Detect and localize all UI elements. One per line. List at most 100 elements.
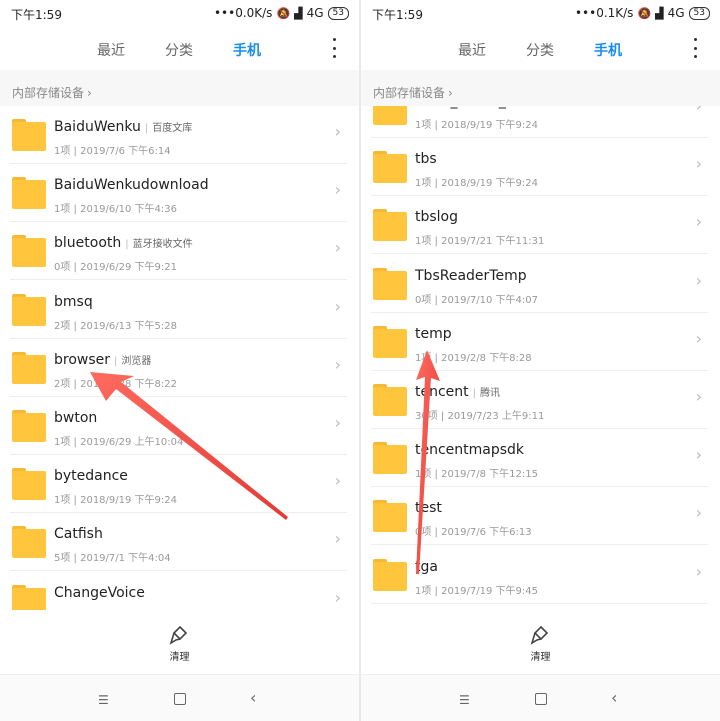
folder-icon [12,584,46,610]
folder-meta: 1项 | 2019/2/8 下午8:28 [415,352,532,364]
chevron-right-icon: › [695,561,702,581]
left-phone-screen: 下午1:59 •••0.0K/s 🔕 ▟ 4G 53 最近 分类 手机 内部存储… [0,0,359,721]
tab-recent[interactable]: 最近 [458,40,486,60]
folder-name-text: tencent [415,384,469,400]
folder-meta: 1项 | 2019/6/10 下午4:36 [54,204,177,216]
list-item[interactable]: taihe_music_sdk 1项 | 2018/9/19 下午9:24 › [361,106,720,138]
list-item[interactable]: bwton 1项 | 2019/6/29 上午10:04 › [0,397,359,455]
chevron-right-icon: › [695,270,702,290]
right-phone-screen: 下午1:59 •••0.1K/s 🔕 ▟ 4G 53 最近 分类 手机 内部存储… [361,0,720,721]
folder-name: ChangeVoice [54,585,145,601]
breadcrumb-internal-storage[interactable]: 内部存储设备 › [12,84,92,101]
status-time: 下午1:59 [11,8,62,22]
list-item[interactable]: browser浏览器 2项 | 2019/7/28 下午8:22 › [0,339,359,397]
more-options-icon[interactable] [692,38,698,58]
tab-category[interactable]: 分类 [526,40,554,60]
list-item[interactable]: bluetooth蓝牙接收文件 0项 | 2019/6/29 下午9:21 › [0,222,359,281]
list-item[interactable]: ChangeVoice › [0,572,359,610]
folder-name-text: bwton [54,410,98,426]
folder-name: tga [415,559,438,575]
clean-button[interactable]: 清理 [0,612,359,672]
folder-icon [373,209,407,242]
battery-icon: 53 [327,6,349,20]
folder-name: temp [415,326,452,342]
list-item[interactable]: Catfish 5项 | 2019/7/1 下午4:04 › [0,513,359,572]
list-item[interactable]: TbsReaderTemp 0项 | 2019/7/10 下午4:07 › [361,255,720,313]
menu-icon[interactable]: ☰ [98,693,109,707]
back-icon[interactable]: ‹ [611,688,617,707]
chevron-right-icon: › [334,471,341,491]
folder-name: BaiduWenkudownload [54,177,209,193]
list-item[interactable]: BaiduWenkudownload 1项 | 2019/6/10 下午4:36 › [0,164,359,223]
folder-icon [12,468,46,501]
folder-name: browser浏览器 [54,352,151,368]
folder-meta: 5项 | 2019/7/1 下午4:04 [54,553,171,565]
folder-meta: 1项 | 2019/7/6 下午6:14 [54,146,171,157]
folder-meta: 30项 | 2019/7/23 上午9:11 [415,411,545,422]
folder-icon [373,442,407,475]
battery-icon: 53 [688,6,710,20]
tab-category[interactable]: 分类 [165,40,193,60]
chevron-right-icon: › [334,296,341,316]
home-icon[interactable] [535,693,547,705]
chevron-right-icon: › [334,587,341,607]
folder-name: test [415,500,442,516]
file-list: taihe_music_sdk1项 | 2018/9/19 下午9:24›tbs… [361,106,720,610]
folder-name-text: bluetooth [54,235,122,252]
network-speed: •••0.0K/s [213,6,273,20]
folder-icon [12,293,46,326]
status-right: •••0.1K/s 🔕 ▟ 4G 53 [575,6,710,20]
list-item[interactable]: bytedance 1项 | 2018/9/19 下午9:24 › [0,455,359,514]
tab-recent[interactable]: 最近 [97,40,125,60]
menu-icon[interactable]: ☰ [459,693,470,707]
folder-meta: 1项 | 2019/7/21 下午11:31 [415,236,545,248]
folder-alias: 蓝牙接收文件 [125,239,192,250]
clean-label: 清理 [169,652,190,663]
chevron-right-icon: › [695,212,702,232]
tab-bar: 最近 分类 手机 [361,28,720,70]
back-icon[interactable]: ‹ [250,688,256,707]
folder-alias: 浏览器 [114,356,151,367]
home-icon[interactable] [174,693,186,705]
folder-name-text: BaiduWenkudownload [54,177,209,194]
list-item[interactable]: tga 1项 | 2019/7/19 下午9:45 › [361,546,720,604]
folder-name-text: Catfish [54,526,103,543]
folder-alias: 腾讯 [473,388,500,399]
network-type: 4G [306,6,324,20]
folder-meta: 1项 | 2019/7/19 下午9:45 [415,585,538,597]
breadcrumb-internal-storage[interactable]: 内部存储设备 › [373,84,453,101]
chevron-right-icon: › [334,122,341,141]
system-nav-bar: ☰ ‹ [361,674,720,721]
list-item[interactable]: tencentmapsdk 1项 | 2019/7/8 下午12:15 › [361,429,720,488]
list-item[interactable]: temp 1项 | 2019/2/8 下午8:28 › [361,313,720,371]
more-options-icon[interactable] [331,38,337,58]
list-item[interactable]: tbslog 1项 | 2019/7/21 下午11:31 › [361,196,720,255]
breadcrumb: 内部存储设备 › [0,70,359,106]
tab-phone[interactable]: 手机 [594,40,622,60]
network-speed: •••0.1K/s [574,6,634,20]
folder-name-text: ChangeVoice [54,584,145,601]
folder-icon [373,106,407,125]
folder-icon [373,500,407,533]
list-item[interactable]: tbs 1项 | 2018/9/19 下午9:24 › [361,138,720,197]
broom-icon [169,625,188,645]
breadcrumb-label: 内部存储设备 [373,86,446,100]
folder-name: bluetooth蓝牙接收文件 [54,235,193,251]
status-right: •••0.0K/s 🔕 ▟ 4G 53 [214,6,349,20]
folder-name-text: tbslog [415,209,459,226]
tab-phone[interactable]: 手机 [233,40,261,60]
folder-name: BaiduWenku 百度文库 [54,119,192,135]
folder-name: tbs [415,151,437,167]
folder-name: TbsReaderTemp [415,268,527,284]
list-item[interactable]: BaiduWenku 百度文库 1项 | 2019/7/6 下午6:14 › [0,106,359,164]
list-item[interactable]: bmsq 2项 | 2019/6/13 下午5:28 › [0,281,359,339]
clean-button[interactable]: 清理 [361,612,720,672]
folder-meta: 1项 | 2018/9/19 下午9:24 [54,495,177,507]
folder-meta: 1项 | 2019/6/29 上午10:04 [54,437,184,448]
list-item[interactable]: tencent 腾讯 30项 | 2019/7/23 上午9:11 › [361,371,720,429]
folder-meta: 2项 | 2019/7/28 下午8:22 [54,378,177,390]
list-item[interactable]: test 0项 | 2019/7/6 下午6:13 › [361,487,720,546]
folder-name-text: tencentmapsdk [415,442,525,459]
system-nav-bar: ☰ ‹ [0,674,359,721]
folder-name: tencentmapsdk [415,442,524,458]
